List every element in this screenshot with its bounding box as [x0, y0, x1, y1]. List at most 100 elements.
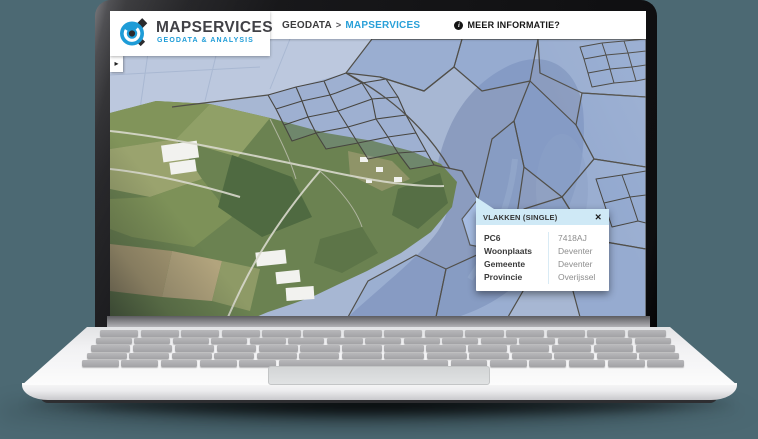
laptop-key	[468, 345, 508, 352]
laptop-key	[86, 352, 127, 359]
laptop-key	[384, 330, 423, 337]
laptop-key	[326, 337, 363, 344]
laptop-key	[587, 330, 626, 337]
sidebar-toggle-button[interactable]: ▸	[110, 55, 123, 72]
popup-field-label: PC6	[484, 233, 501, 243]
keyboard-row	[95, 337, 671, 344]
popup-body: PC6 Woonplaats Gemeente Provincie 7418AJ…	[476, 225, 609, 291]
laptop-key	[181, 330, 220, 337]
laptop-key	[506, 330, 545, 337]
laptop-key	[249, 337, 286, 344]
laptop-key	[596, 352, 637, 359]
laptop-key	[627, 330, 667, 337]
popup-field-value: 7418AJ	[558, 233, 587, 243]
laptop-key	[258, 345, 298, 352]
logo[interactable]: MAPSERVICES GEODATA & ANALYSIS	[110, 11, 273, 56]
laptop-key	[91, 345, 131, 352]
breadcrumb-current[interactable]: MAPSERVICES	[345, 20, 420, 31]
popup-field-label: Woonplaats	[484, 246, 533, 256]
laptop-key	[403, 337, 440, 344]
popup-values-column: 7418AJ Deventer Deventer Overijssel	[548, 232, 609, 284]
laptop-key	[529, 360, 567, 367]
laptop-key	[174, 345, 215, 352]
popup-title: VLAKKEN (SINGLE)	[483, 212, 558, 222]
popup-field-label: Provincie	[484, 272, 523, 282]
laptop-lid: GEODATA > MAPSERVICES i MEER INFORMATIE? M…	[95, 0, 657, 329]
laptop-key	[596, 337, 632, 344]
laptop-key	[256, 352, 297, 359]
laptop-key	[426, 345, 466, 352]
laptop-key	[299, 352, 340, 359]
laptop-key	[211, 337, 247, 344]
laptop-key	[426, 352, 467, 359]
laptop-key	[424, 330, 463, 337]
breadcrumb-root[interactable]: GEODATA	[282, 20, 332, 31]
laptop-key	[647, 360, 685, 367]
laptop-key	[199, 360, 237, 367]
logo-subtitle: GEODATA & ANALYSIS	[157, 37, 254, 44]
laptop-key	[171, 352, 212, 359]
laptop-key	[129, 352, 170, 359]
laptop-key	[465, 330, 504, 337]
popup-labels-column: PC6 Woonplaats Gemeente Provincie	[476, 232, 548, 284]
more-info-label: MEER INFORMATIE?	[467, 20, 560, 30]
laptop-key	[384, 345, 424, 352]
laptop-key	[214, 352, 255, 359]
laptop-key	[343, 330, 382, 337]
laptop-key	[82, 360, 119, 367]
keyboard-row	[86, 352, 680, 359]
laptop-key	[593, 345, 634, 352]
feature-info-popup: VLAKKEN (SINGLE) ✕ PC6 Woonplaats Gemeen…	[476, 197, 609, 291]
laptop-key	[342, 345, 382, 352]
laptop-key	[489, 360, 527, 367]
laptop-key	[100, 330, 139, 337]
laptop-key	[288, 337, 324, 344]
laptop-key	[160, 360, 198, 367]
laptop-key	[384, 352, 425, 359]
mapservices-globe-icon	[120, 18, 150, 48]
laptop-key	[300, 345, 340, 352]
laptop-key	[365, 337, 401, 344]
laptop-key	[634, 337, 671, 344]
laptop-key	[95, 337, 132, 344]
laptop-key	[509, 345, 550, 352]
laptop-key	[341, 352, 382, 359]
info-circle-icon: i	[454, 20, 464, 30]
laptop-key	[442, 337, 478, 344]
laptop-key	[607, 360, 645, 367]
logo-title: MAPSERVICES	[156, 19, 273, 36]
laptop-key	[557, 337, 594, 344]
laptop-key	[172, 337, 209, 344]
laptop-key	[140, 330, 179, 337]
laptop-key	[216, 345, 257, 352]
laptop-base-front	[22, 383, 737, 400]
laptop-key	[303, 330, 342, 337]
popup-field-value: Overijssel	[558, 272, 596, 282]
close-icon[interactable]: ✕	[595, 213, 602, 222]
keyboard-row	[100, 330, 667, 337]
popup-field-value: Deventer	[558, 259, 593, 269]
chevron-right-icon: ▸	[114, 59, 119, 68]
laptop-key	[221, 330, 260, 337]
laptop-key	[469, 352, 510, 359]
laptop-key	[511, 352, 552, 359]
laptop-key	[134, 337, 170, 344]
laptop-key	[635, 345, 675, 352]
laptop-key	[262, 330, 301, 337]
popup-field-value: Deventer	[558, 246, 593, 256]
page-background: GEODATA > MAPSERVICES i MEER INFORMATIE? M…	[0, 0, 758, 439]
laptop-key	[639, 352, 680, 359]
popup-header: VLAKKEN (SINGLE) ✕	[476, 209, 609, 225]
more-info-link[interactable]: i MEER INFORMATIE?	[454, 11, 560, 39]
laptop-key	[551, 345, 592, 352]
laptop-key	[519, 337, 555, 344]
laptop-key	[568, 360, 606, 367]
keyboard-row	[91, 345, 675, 352]
laptop-trackpad	[268, 366, 490, 385]
laptop-key	[554, 352, 595, 359]
laptop-key	[121, 360, 159, 367]
laptop-key	[546, 330, 585, 337]
laptop-key	[480, 337, 517, 344]
breadcrumb-separator: >	[335, 19, 342, 30]
laptop-key	[132, 345, 173, 352]
